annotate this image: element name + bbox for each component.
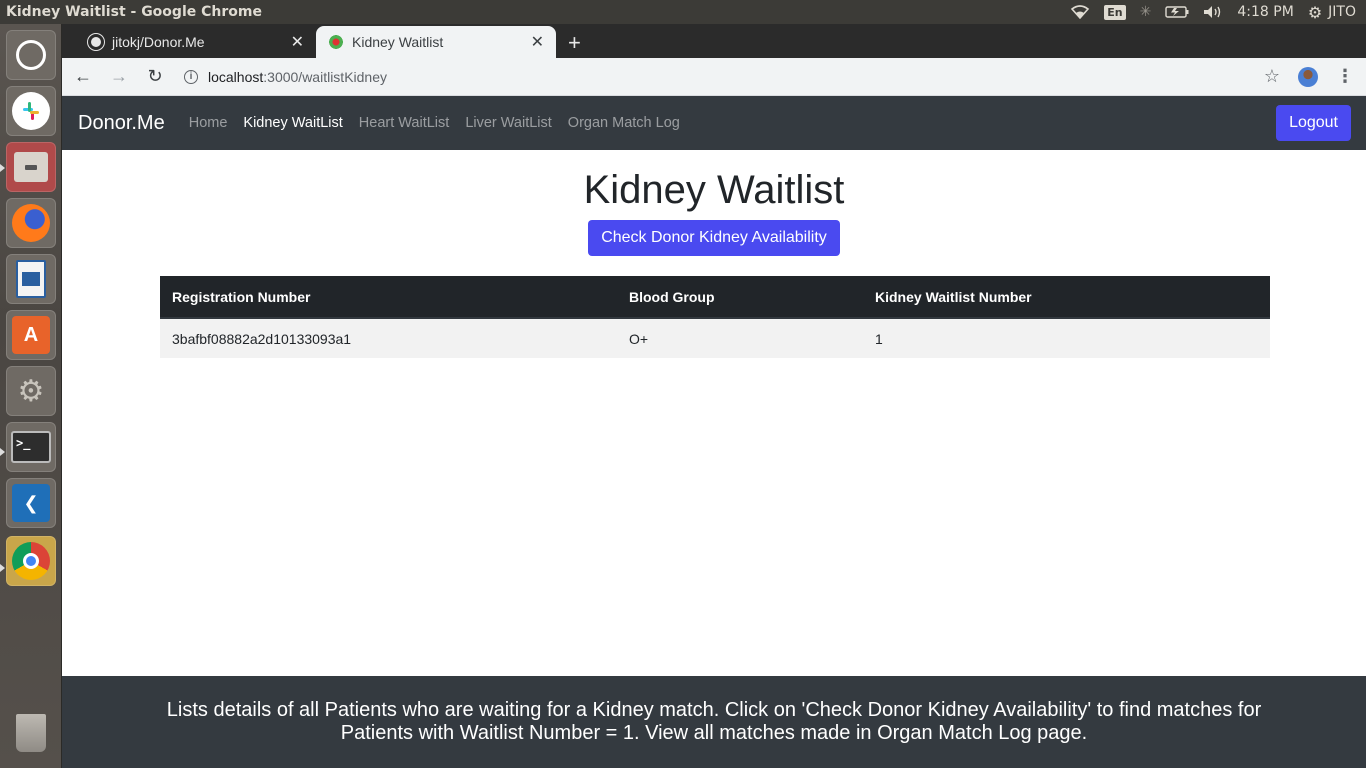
donorme-icon [328, 34, 344, 50]
user-name[interactable]: JITO [1328, 4, 1356, 20]
tab-title: Kidney Waitlist [352, 34, 444, 50]
nav-organ-match-log[interactable]: Organ Match Log [560, 115, 688, 131]
close-tab-icon[interactable]: ✕ [291, 32, 304, 52]
waitlist-number-cell: 1 [863, 318, 1270, 358]
close-tab-icon[interactable]: ✕ [531, 32, 544, 52]
url-host: localhost [208, 68, 264, 85]
url-path: :3000/waitlistKidney [263, 68, 388, 85]
slack-launcher-button[interactable] [6, 86, 56, 136]
battery-icon[interactable] [1165, 6, 1189, 18]
trash-launcher-button[interactable] [6, 708, 56, 758]
system-settings-launcher-button[interactable]: ⚙ [6, 366, 56, 416]
omnibox[interactable]: i localhost:3000/waitlistKidney [184, 69, 387, 85]
forward-arrow-icon[interactable]: → [104, 66, 134, 87]
table-header-row: Registration Number Blood Group Kidney W… [160, 276, 1270, 319]
nav-heart-waitlist[interactable]: Heart WaitList [351, 115, 458, 131]
wifi-icon[interactable] [1070, 5, 1090, 19]
slack-icon [12, 92, 50, 130]
files-launcher-button[interactable] [6, 142, 56, 192]
page-title: Kidney Waitlist [583, 168, 845, 212]
system-tray: En ✳ 4:18 PM ⚙ JITO [1070, 3, 1366, 22]
new-tab-plus-icon[interactable]: + [568, 30, 581, 56]
bookmark-star-icon[interactable]: ☆ [1264, 66, 1280, 87]
nav-liver-waitlist[interactable]: Liver WaitList [457, 115, 559, 131]
table-row: 3bafbf08882a2d10133093a1 O+ 1 [160, 318, 1270, 358]
ubuntu-dash-button[interactable] [6, 30, 56, 80]
chrome-menu-icon[interactable]: ⋮ [1336, 66, 1354, 87]
app-navbar: Donor.Me Home Kidney WaitList Heart Wait… [62, 96, 1366, 150]
terminal-icon: >_ [11, 431, 51, 463]
browser-tab-strip: jitokj/Donor.Me ✕ Kidney Waitlist ✕ + [62, 24, 1366, 58]
writer-launcher-button[interactable] [6, 254, 56, 304]
back-arrow-icon[interactable]: ← [68, 66, 98, 87]
chrome-launcher-button[interactable] [6, 536, 56, 586]
ubuntu-logo-icon [16, 40, 46, 70]
file-cabinet-icon [14, 152, 48, 182]
vscode-launcher-button[interactable]: ❮ [6, 478, 56, 528]
firefox-launcher-button[interactable] [6, 198, 56, 248]
firefox-icon [12, 204, 50, 242]
tab-kidney-waitlist[interactable]: Kidney Waitlist ✕ [316, 26, 556, 58]
browser-toolbar: ← → ↻ i localhost:3000/waitlistKidney ☆ … [62, 58, 1366, 96]
trash-icon [16, 714, 46, 752]
logout-button[interactable]: Logout [1276, 105, 1351, 141]
software-center-launcher-button[interactable]: A [6, 310, 56, 360]
system-top-panel: Kidney Waitlist - Google Chrome En ✳ 4:1… [0, 0, 1366, 24]
settings-gear-icon[interactable]: ⚙ [1308, 3, 1322, 22]
profile-avatar[interactable] [1298, 66, 1318, 87]
web-page: Donor.Me Home Kidney WaitList Heart Wait… [62, 96, 1366, 768]
registration-number-cell: 3bafbf08882a2d10133093a1 [160, 318, 617, 358]
footer-description: Lists details of all Patients who are wa… [166, 699, 1262, 744]
column-header: Registration Number [160, 276, 617, 319]
clock[interactable]: 4:18 PM [1237, 4, 1293, 20]
running-indicator [0, 448, 5, 456]
nav-kidney-waitlist[interactable]: Kidney WaitList [235, 115, 350, 131]
keyboard-layout-indicator[interactable]: En [1104, 4, 1126, 20]
page-footer: Lists details of all Patients who are wa… [62, 676, 1366, 768]
window-title: Kidney Waitlist - Google Chrome [6, 4, 262, 20]
column-header: Kidney Waitlist Number [863, 276, 1270, 319]
blood-group-cell: O+ [617, 318, 863, 358]
unity-launcher: A ⚙ >_ ❮ [0, 24, 62, 768]
terminal-launcher-button[interactable]: >_ [6, 422, 56, 472]
check-donor-kidney-availability-button[interactable]: Check Donor Kidney Availability [588, 220, 840, 256]
volume-icon[interactable] [1203, 5, 1223, 19]
document-icon [16, 260, 46, 298]
column-header: Blood Group [617, 276, 863, 319]
tab-github[interactable]: jitokj/Donor.Me ✕ [76, 26, 316, 58]
toolbar-right: ☆ ⋮ [1264, 66, 1366, 87]
vscode-icon: ❮ [12, 484, 50, 522]
shopping-bag-icon: A [12, 316, 50, 354]
reload-icon[interactable]: ↻ [140, 66, 170, 87]
chrome-icon [12, 542, 50, 580]
bluetooth-icon[interactable]: ✳ [1140, 4, 1152, 20]
github-icon [88, 34, 104, 50]
check-button-wrapper: Check Donor Kidney Availability [62, 220, 1366, 256]
running-indicator [0, 164, 5, 172]
brand-logo[interactable]: Donor.Me [78, 112, 165, 135]
running-indicator [0, 564, 5, 572]
site-info-icon[interactable]: i [184, 69, 198, 84]
kidney-waitlist-table: Registration Number Blood Group Kidney W… [160, 276, 1270, 358]
wrench-gear-icon: ⚙ [17, 374, 45, 408]
tab-title: jitokj/Donor.Me [112, 34, 205, 50]
nav-home[interactable]: Home [181, 115, 236, 131]
